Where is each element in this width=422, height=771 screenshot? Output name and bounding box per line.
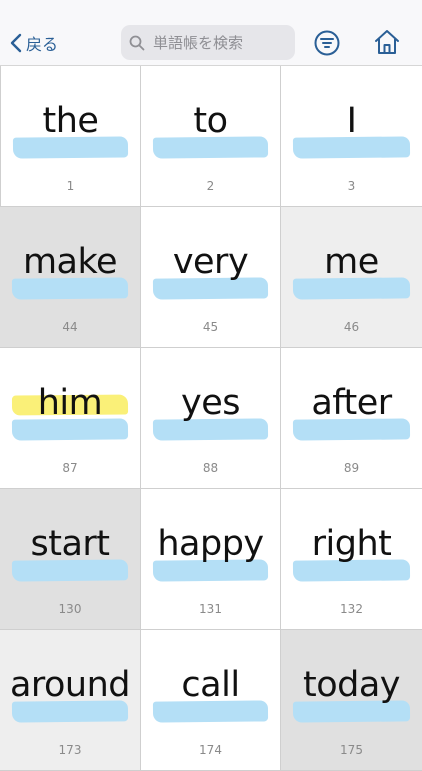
word-number: 45	[202, 320, 219, 334]
word-card[interactable]: to 2	[141, 66, 281, 207]
back-button[interactable]: 戻る	[10, 31, 58, 55]
word-text: make	[22, 242, 118, 282]
filter-icon	[312, 30, 342, 62]
word-text: yes	[181, 383, 240, 423]
word-number: 132	[340, 602, 363, 616]
chevron-left-icon	[10, 33, 22, 53]
word-number: 88	[202, 461, 219, 475]
word-card[interactable]: right 132	[281, 489, 422, 630]
word-number: 2	[206, 179, 215, 193]
word-text: him	[37, 383, 103, 423]
word-number: 173	[58, 743, 82, 757]
word-card[interactable]: I3	[281, 66, 422, 207]
word-card[interactable]: after 89	[281, 348, 422, 489]
word-card[interactable]: me 46	[281, 207, 422, 348]
word-text: the	[42, 101, 99, 141]
search-bar[interactable]	[121, 25, 295, 60]
word-card[interactable]: make 44	[0, 207, 141, 348]
word-text: call	[181, 665, 240, 705]
word-number: 130	[58, 602, 82, 616]
word-card[interactable]: very 45	[141, 207, 281, 348]
word-text: right	[311, 524, 392, 564]
word-number: 1	[66, 179, 75, 193]
word-text: start	[30, 524, 110, 564]
search-input[interactable]	[151, 32, 295, 53]
word-text: after	[311, 383, 392, 423]
word-text: happy	[157, 524, 264, 564]
word-text: I	[346, 101, 357, 141]
word-grid: the 1 to 2 I 3 make 44 very 45 me 46 him 87 yes 88 after…	[0, 66, 422, 771]
back-label: 戻る	[26, 35, 59, 54]
word-text: around	[9, 665, 131, 705]
search-icon	[129, 35, 145, 51]
word-card[interactable]: yes 88	[141, 348, 281, 489]
word-number: 175	[340, 743, 363, 757]
navigation-bar: 戻る	[0, 0, 422, 66]
word-text: today	[302, 665, 401, 705]
word-number: 87	[62, 461, 78, 475]
word-number: 3	[347, 179, 356, 193]
word-card[interactable]: the 1	[0, 66, 141, 207]
word-number: 131	[199, 602, 222, 616]
word-text: very	[172, 242, 249, 282]
filter-button[interactable]	[312, 28, 342, 58]
word-card[interactable]: happy 131	[141, 489, 281, 630]
word-card[interactable]: him 87	[0, 348, 141, 489]
home-button[interactable]	[372, 27, 402, 57]
word-number: 174	[199, 743, 222, 757]
word-number: 46	[343, 320, 360, 334]
word-text: to	[193, 101, 228, 141]
home-icon	[372, 30, 402, 61]
word-number: 44	[62, 320, 78, 334]
word-text: me	[324, 242, 379, 282]
word-number: 89	[343, 461, 360, 475]
word-card[interactable]: start 130	[0, 489, 141, 630]
